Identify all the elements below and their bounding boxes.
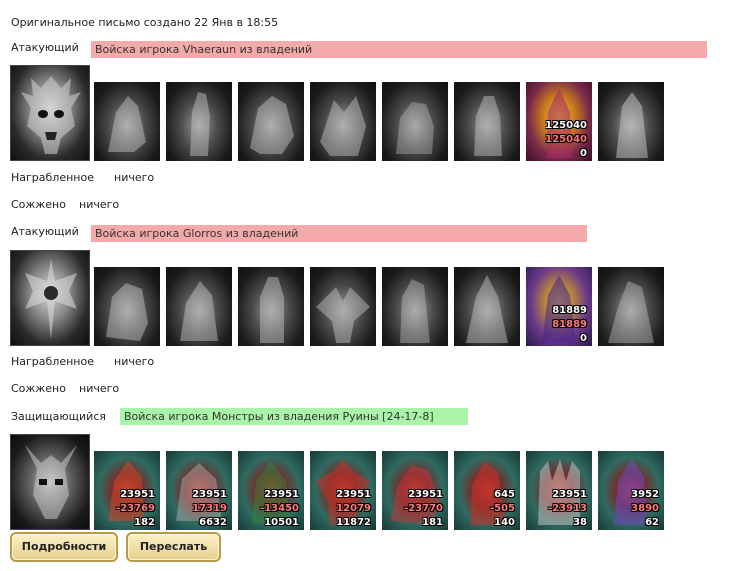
loot-value: ничего [114,355,155,368]
loot-label: Награбленное [11,171,94,184]
creature-icon [396,102,434,154]
unit-slot[interactable] [310,267,376,346]
unit-count-after: 181 [422,517,443,528]
creature-icon [108,96,146,152]
unit-count-change: 12079 [336,503,371,514]
army-bar-text: Войска игрока Vhaeraun из владений [95,43,313,56]
creature-icon [400,279,430,343]
creature-icon [190,92,210,156]
unit-slot[interactable] [454,267,520,346]
army-bar-defender: Войска игрока Монстры из владения Руины … [120,408,468,425]
axe-skull-icon [25,259,77,339]
unit-slot[interactable] [382,82,448,161]
unit-count-before: 23951 [264,489,299,500]
unit-count-before: 23951 [120,489,155,500]
unit-count-before: 3952 [631,489,659,500]
unit-count-change: 3890 [631,503,659,514]
forward-button[interactable]: Переслать [126,532,221,562]
demon-skull-icon [21,76,81,154]
creature-icon [260,277,284,343]
unit-count-before: 645 [494,489,515,500]
unit-count-after: 6632 [199,517,227,528]
unit-count-after: 10501 [264,517,299,528]
unit-count-after: 0 [580,333,587,344]
unit-slot[interactable] [166,267,232,346]
unit-count-change: 17319 [192,503,227,514]
unit-slot[interactable] [382,267,448,346]
unit-slot[interactable] [454,82,520,161]
unit-count-before: 23951 [192,489,227,500]
unit-count-before: 125040 [545,120,587,131]
creature-icon [608,281,654,343]
creature-icon [320,96,366,156]
burned-label: Сожжено [11,382,66,395]
unit-count-change: 81889 [552,319,587,330]
details-button[interactable]: Подробности [10,532,118,562]
hero-portrait-3[interactable] [10,434,90,530]
unit-count-before: 81889 [552,305,587,316]
unit-slot[interactable] [598,267,664,346]
unit-count-change: 125040 [545,134,587,145]
unit-count-after: 140 [494,517,515,528]
burned-label: Сожжено [11,198,66,211]
creature-icon [180,281,218,341]
unit-count-after: 38 [573,517,587,528]
loot-value: ничего [114,171,155,184]
unit-slot[interactable]: 23951 -23770 181 [382,451,448,530]
army-bar-text: Войска игрока Glorros из владений [95,227,299,240]
army-bar-attacker-2: Войска игрока Glorros из владений [91,225,587,242]
unit-slot[interactable] [598,82,664,161]
unit-slot[interactable] [94,267,160,346]
unit-count-before: 23951 [552,489,587,500]
unit-slot[interactable]: 81889 81889 0 [526,267,592,346]
burned-value: ничего [79,382,120,395]
unit-count-change: -23770 [404,503,443,514]
unit-slot[interactable]: 23951 -13450 10501 [238,451,304,530]
hero-portrait-2[interactable] [10,250,90,346]
unit-count-change: -23913 [548,503,587,514]
role-label-attacker-1: Атакующий [11,41,79,54]
unit-slot[interactable] [94,82,160,161]
horned-mask-icon [25,445,77,519]
creature-icon [466,275,508,343]
unit-slot[interactable]: 23951 -23769 182 [94,451,160,530]
creature-icon [316,287,370,343]
role-label-attacker-2: Атакующий [11,225,79,238]
unit-slot[interactable]: 125040 125040 0 [526,82,592,161]
creature-icon [250,96,294,154]
unit-slot[interactable]: 23951 17319 6632 [166,451,232,530]
unit-count-after: 62 [645,517,659,528]
unit-slot[interactable]: 23951 -23913 38 [526,451,592,530]
unit-slot[interactable] [238,267,304,346]
unit-count-after: 0 [580,148,587,159]
army-bar-attacker-1: Войска игрока Vhaeraun из владений [91,41,707,58]
unit-count-after: 11872 [336,517,371,528]
unit-slot[interactable] [166,82,232,161]
unit-count-after: 182 [134,517,155,528]
unit-count-before: 23951 [336,489,371,500]
creature-icon [616,92,648,158]
unit-slot[interactable]: 23951 12079 11872 [310,451,376,530]
unit-slot[interactable] [310,82,376,161]
army-bar-text: Войска игрока Монстры из владения Руины … [124,410,434,423]
unit-count-change: -13450 [260,503,299,514]
burned-value: ничего [79,198,120,211]
role-label-defender: Защищающийся [11,410,106,423]
creature-icon [106,283,148,341]
creature-icon [474,96,502,156]
unit-count-before: 23951 [408,489,443,500]
created-line: Оригинальное письмо создано 22 Янв в 18:… [11,16,279,29]
unit-slot[interactable] [238,82,304,161]
unit-count-change: -23769 [116,503,155,514]
hero-portrait-1[interactable] [10,65,90,161]
loot-label: Награбленное [11,355,94,368]
unit-slot[interactable]: 3952 3890 62 [598,451,664,530]
unit-count-change: -505 [489,503,515,514]
unit-slot[interactable]: 645 -505 140 [454,451,520,530]
